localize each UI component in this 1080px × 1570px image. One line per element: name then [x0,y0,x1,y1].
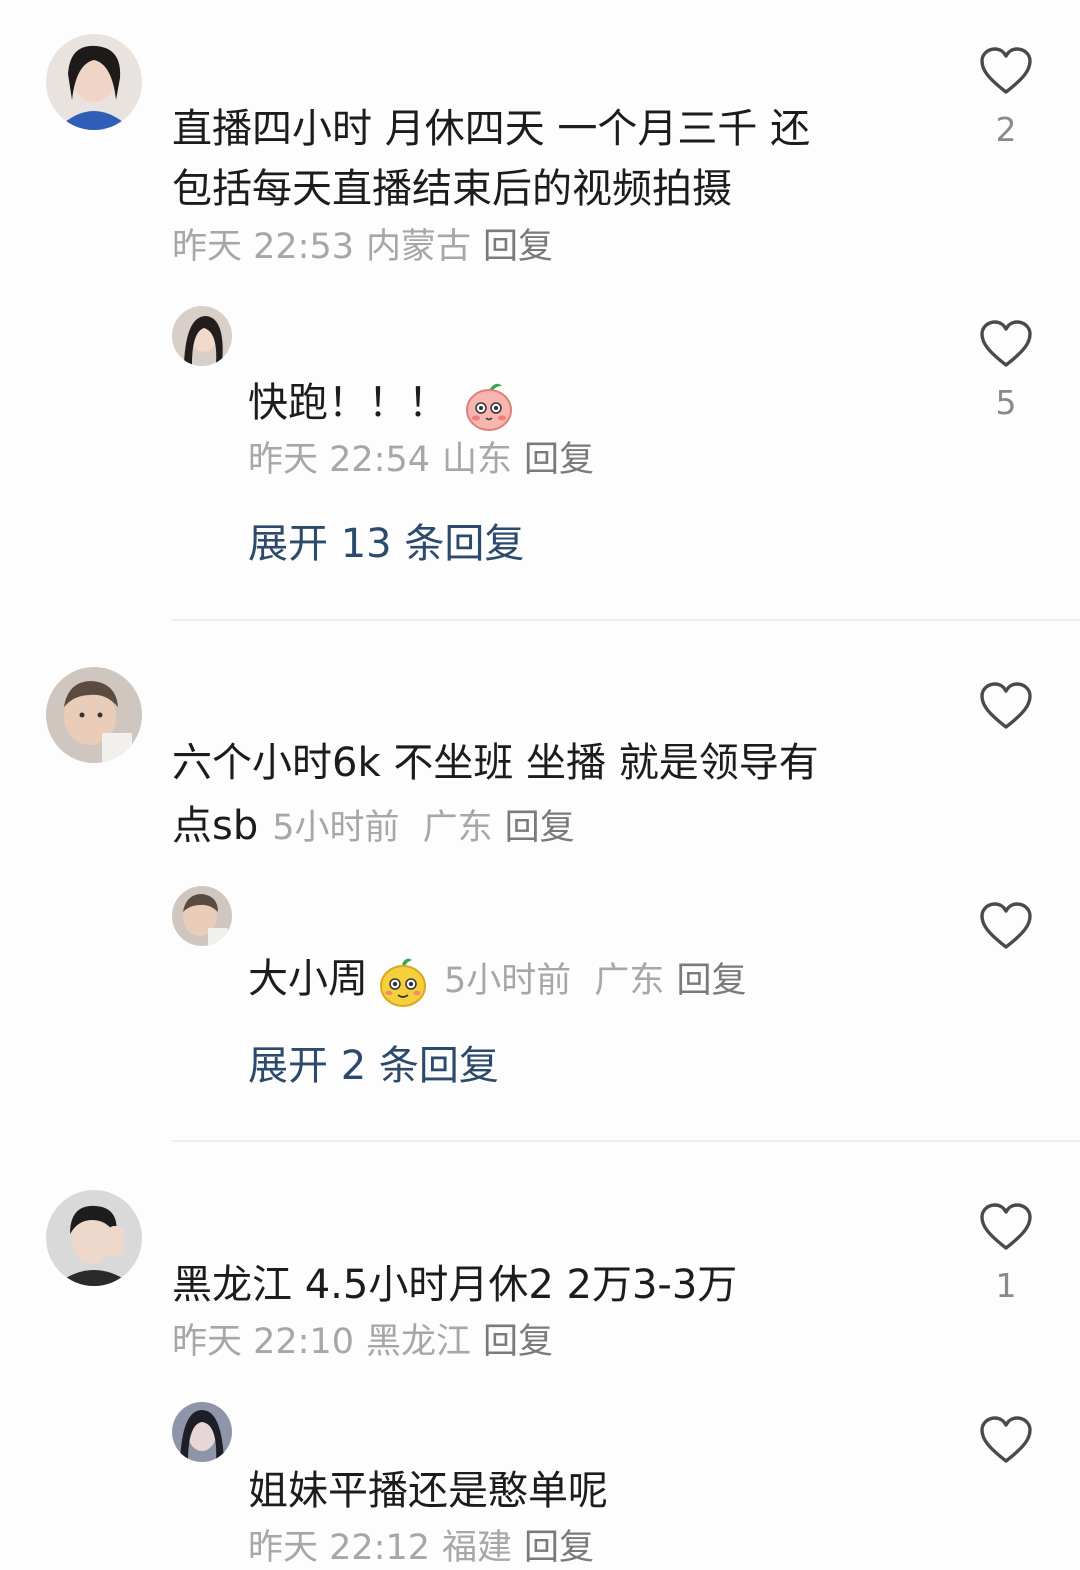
like-button[interactable]: 1 [978,1202,1034,1305]
comment-meta: 昨天 22:53 内蒙古 回复 [172,225,565,269]
reply-meta: 昨天 22:54 山东 回复 [248,438,606,482]
timestamp: 5小时前 [444,961,572,1001]
reply-button[interactable]: 回复 [524,1528,594,1568]
heart-icon [978,319,1034,369]
like-button[interactable] [978,681,1034,731]
expand-replies-link[interactable]: 展开 13 条回复 [248,519,524,569]
location: 内蒙古 [366,227,472,267]
like-count: 5 [995,383,1017,422]
like-button[interactable] [978,901,1034,951]
comment-text: 直播四小时 月休四天 一个月三千 还 [172,106,811,152]
timestamp: 昨天 22:10 [172,1322,354,1362]
location: 福建 [442,1528,513,1568]
avatar[interactable] [46,1190,142,1286]
heart-icon [978,1415,1034,1465]
expand-replies-link[interactable]: 展开 2 条回复 [248,1041,499,1091]
location: 黑龙江 [366,1322,472,1362]
location: 广东 [422,808,493,848]
location: 广东 [594,961,665,1001]
comment-text-with-meta: 点sb 5小时前 广东 回复 [172,803,575,849]
reply-meta: 昨天 22:12 福建 回复 [248,1526,606,1570]
like-count: 2 [995,110,1017,149]
heart-icon [978,1202,1034,1252]
avatar[interactable] [172,306,232,366]
avatar[interactable] [172,1402,232,1462]
avatar[interactable] [46,34,142,130]
heart-icon [978,46,1034,96]
reply-text: 大小周 5小时前 广东 回复 [248,948,758,1012]
reply-button[interactable]: 回复 [483,1322,553,1362]
comment-text: 黑龙江 4.5小时月休2 2万3-3万 [172,1262,738,1308]
divider [172,1140,1080,1142]
timestamp: 昨天 22:12 [248,1528,430,1568]
heart-icon [978,681,1034,731]
like-button[interactable] [978,1415,1034,1465]
timestamp: 昨天 22:53 [172,227,354,267]
avatar[interactable] [172,886,232,946]
heart-icon [978,901,1034,951]
like-button[interactable]: 2 [978,46,1034,149]
avatar[interactable] [46,667,142,763]
comment-text: 六个小时6k 不坐班 坐播 就是领导有 [172,740,819,786]
divider [172,619,1080,621]
timestamp: 昨天 22:54 [248,440,430,480]
reply-text: 快跑！！！ [248,372,516,434]
comment-text: 包括每天直播结束后的视频拍摄 [172,166,732,212]
reply-text: 姐妹平播还是憨单呢 [248,1468,608,1514]
reply-button[interactable]: 回复 [524,440,594,480]
reply-button[interactable]: 回复 [676,961,746,1001]
reply-button[interactable]: 回复 [483,227,553,267]
yellow-fruit-emoji [376,954,430,1008]
like-button[interactable]: 5 [978,319,1034,422]
timestamp: 5小时前 [272,808,400,848]
comment-meta: 昨天 22:10 黑龙江 回复 [172,1320,565,1364]
blushing-peach-emoji [462,378,516,432]
reply-button[interactable]: 回复 [505,808,575,848]
like-count: 1 [995,1266,1017,1305]
location: 山东 [442,440,513,480]
